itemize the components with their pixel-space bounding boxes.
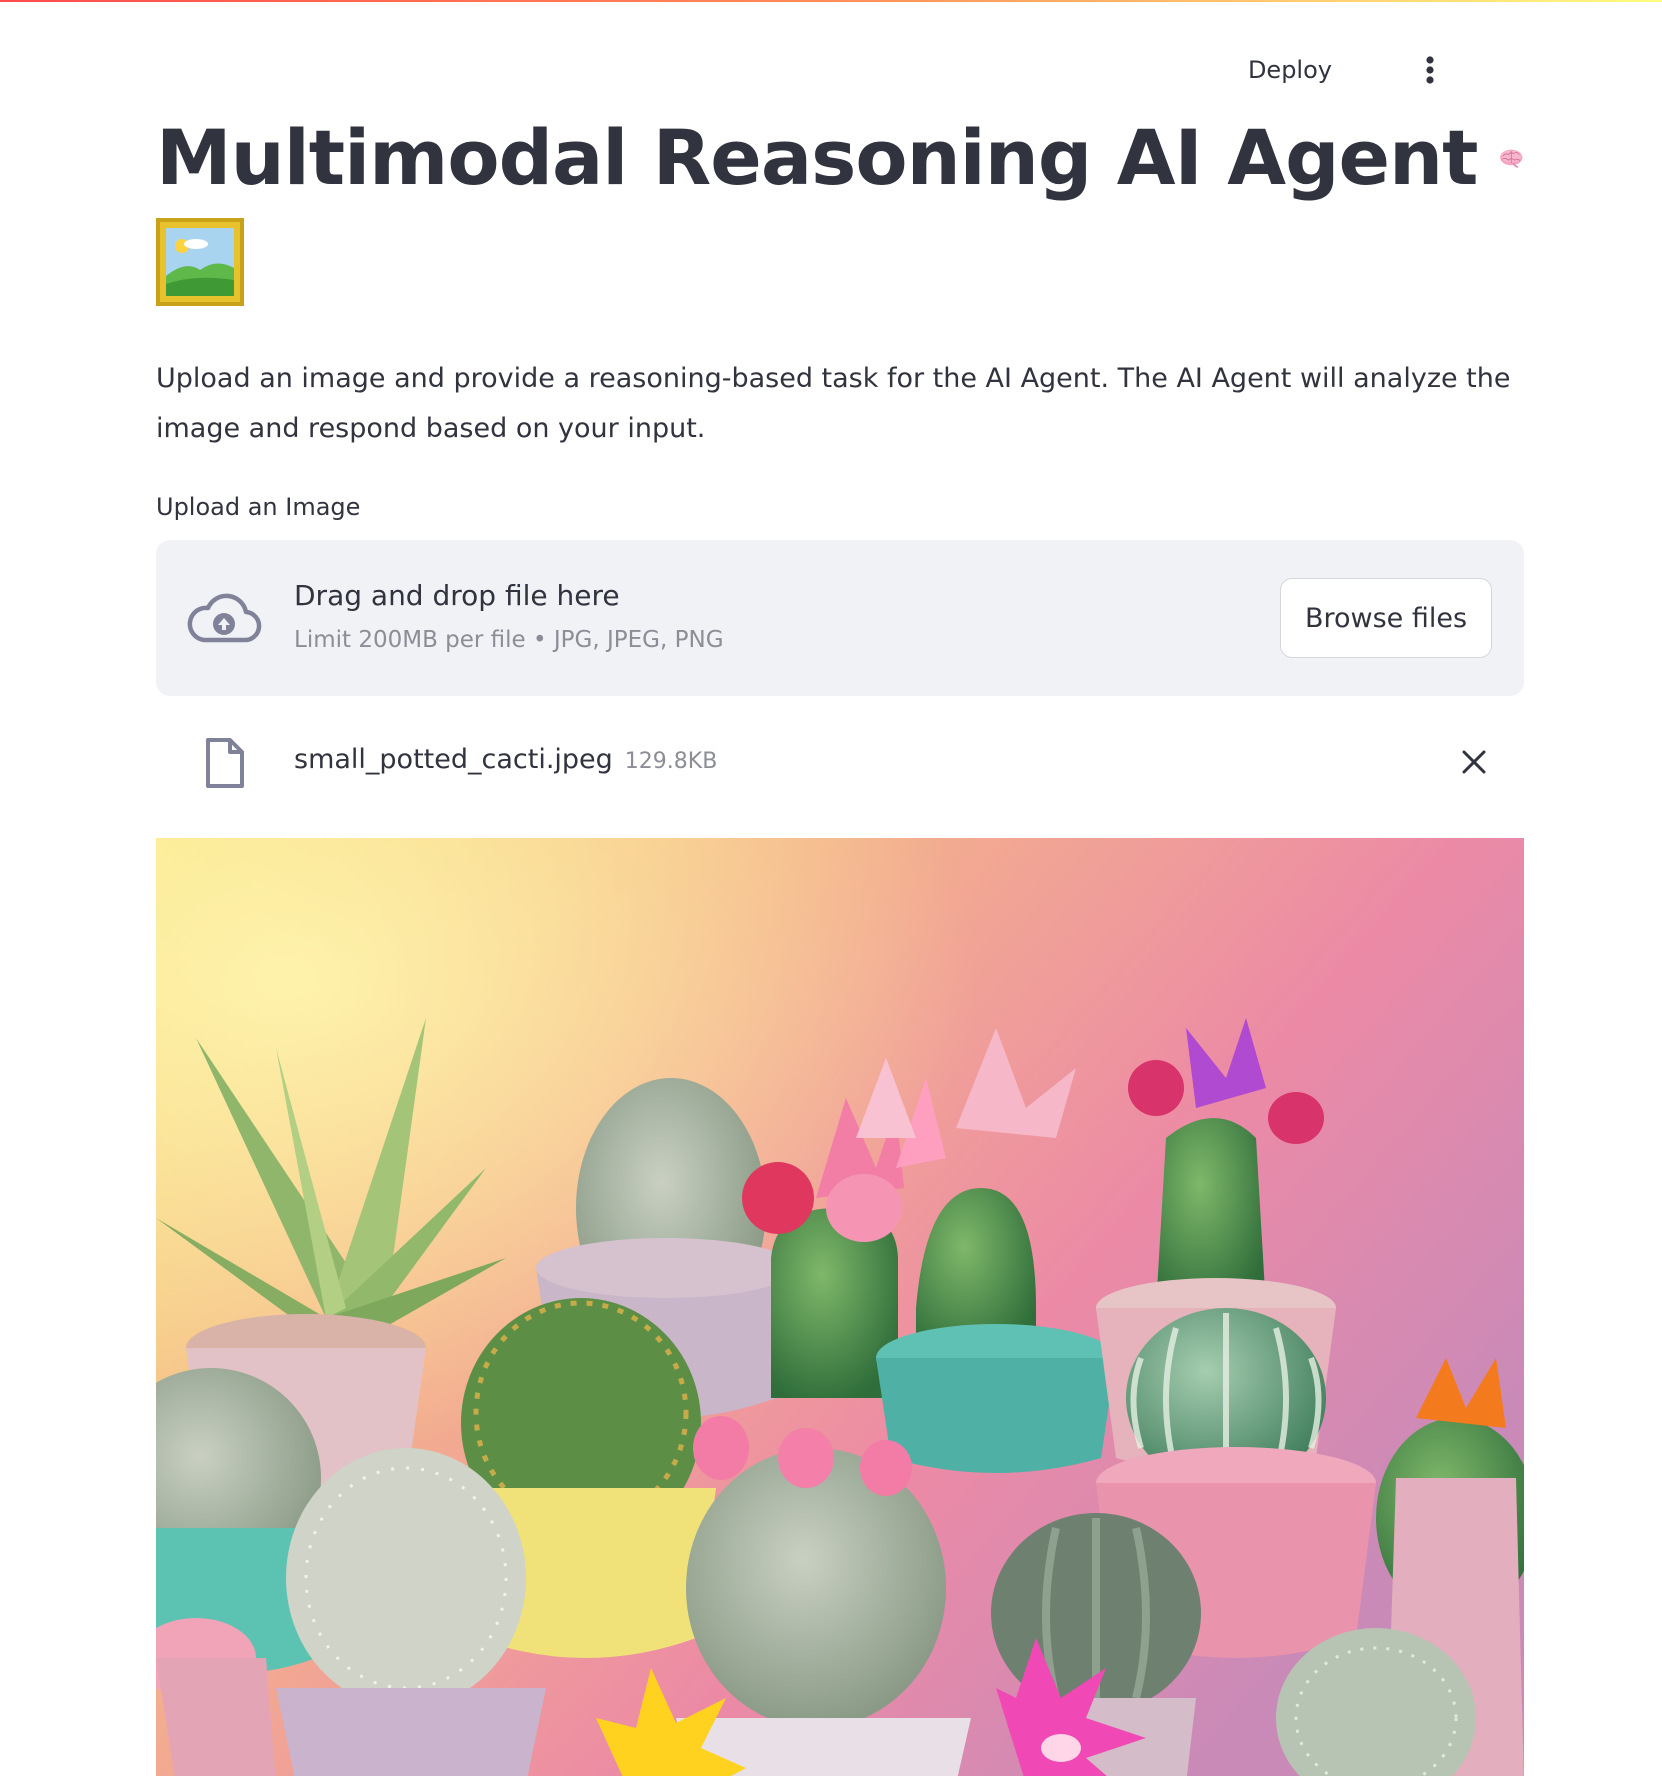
header-toolbar: Deploy (0, 48, 1662, 92)
main-menu-button[interactable] (1412, 52, 1448, 88)
page-title: Multimodal Reasoning AI Agent (156, 110, 1524, 306)
file-size: 129.8KB (624, 749, 718, 774)
potted-cacti-photo (156, 838, 1524, 1776)
main-content: Multimodal Reasoning AI Agent Upload an … (156, 110, 1524, 1776)
uploaded-image-preview (156, 838, 1524, 1776)
browse-files-button[interactable]: Browse files (1280, 578, 1492, 658)
dropzone-title: Drag and drop file here (294, 579, 620, 612)
dropzone-limit: Limit 200MB per file • JPG, JPEG, PNG (294, 627, 724, 653)
page-description: Upload an image and provide a reasoning-… (156, 363, 1511, 444)
close-icon (1462, 750, 1486, 774)
brain-icon (1500, 149, 1523, 168)
page-title-text: Multimodal Reasoning AI Agent (156, 113, 1478, 202)
more-vertical-icon (1426, 56, 1434, 84)
uploaded-file-item: small_potted_cacti.jpeg 129.8KB (156, 726, 1524, 798)
dropzone-instructions: Drag and drop file here Limit 200MB per … (294, 576, 724, 656)
framed-picture-icon (156, 218, 244, 306)
uploaded-file-name: small_potted_cacti.jpeg 129.8KB (294, 740, 717, 782)
deploy-button[interactable]: Deploy (1234, 48, 1346, 92)
remove-file-button[interactable] (1456, 744, 1492, 780)
file-dropzone[interactable]: Drag and drop file here Limit 200MB per … (156, 540, 1524, 696)
cloud-upload-icon (187, 593, 262, 643)
top-decoration-bar (0, 0, 1662, 2)
upload-label: Upload an Image (156, 493, 361, 521)
file-name-text: small_potted_cacti.jpeg (294, 744, 613, 775)
file-icon (206, 738, 244, 788)
